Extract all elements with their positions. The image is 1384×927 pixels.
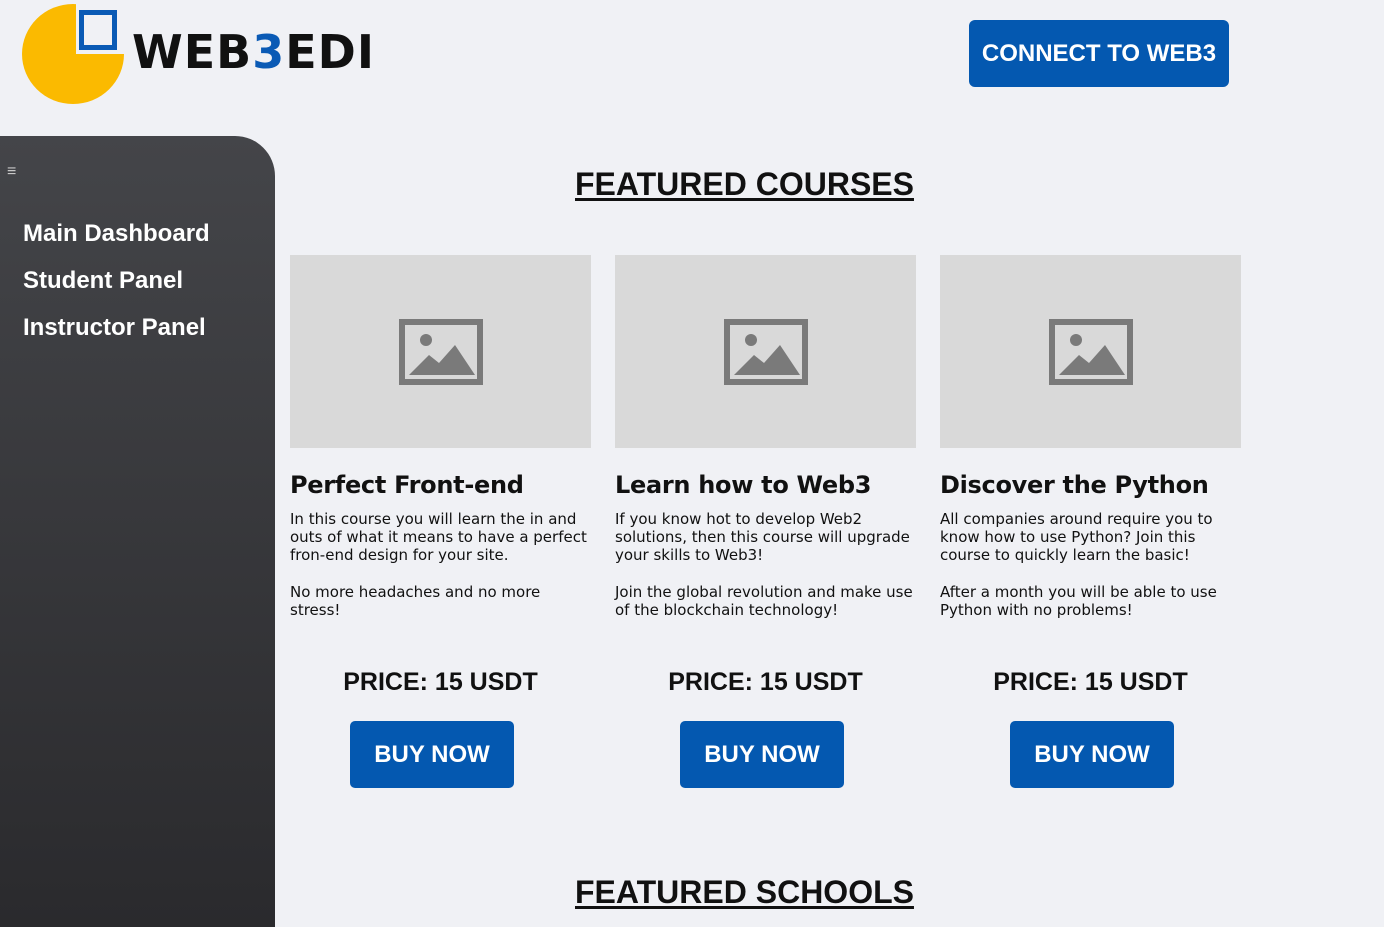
sidebar-item-student-panel[interactable]: Student Panel [23,265,210,312]
course-card: Learn how to Web3 If you know hot to dev… [615,255,916,788]
image-placeholder-icon [1048,318,1133,385]
course-price: PRICE: 15 USDT [343,668,538,696]
buy-now-button[interactable]: BUY NOW [1010,721,1174,788]
sidebar-item-instructor-panel[interactable]: Instructor Panel [23,312,210,359]
logo-square-icon [79,10,117,50]
image-placeholder-icon [723,318,808,385]
course-card: Perfect Front-end In this course you wil… [290,255,591,788]
logo-wordmark: WEB3EDI [132,25,375,79]
featured-courses-heading: FEATURED COURSES [575,166,914,202]
course-price: PRICE: 15 USDT [993,668,1188,696]
sidebar: ≡ Main Dashboard Student Panel Instructo… [0,136,275,927]
site-logo[interactable]: WEB3EDI [22,4,374,106]
buy-now-button[interactable]: BUY NOW [350,721,514,788]
course-title: Perfect Front-end [290,471,524,499]
course-description: All companies around require you to know… [940,510,1217,619]
course-description: In this course you will learn the in and… [290,510,587,619]
connect-web3-button[interactable]: CONNECT TO WEB3 [969,20,1229,87]
course-price: PRICE: 15 USDT [668,668,863,696]
course-title: Learn how to Web3 [615,471,872,499]
image-placeholder-icon [398,318,483,385]
buy-now-button[interactable]: BUY NOW [680,721,844,788]
course-image[interactable] [615,255,916,448]
course-image[interactable] [940,255,1241,448]
course-title: Discover the Python [940,471,1209,499]
sidebar-item-main-dashboard[interactable]: Main Dashboard [23,218,210,265]
featured-schools-heading: FEATURED SCHOOLS [575,874,914,910]
course-card: Discover the Python All companies around… [940,255,1241,788]
sidebar-nav: Main Dashboard Student Panel Instructor … [23,218,210,359]
course-image[interactable] [290,255,591,448]
hamburger-menu-icon[interactable]: ≡ [7,164,16,180]
course-description: If you know hot to develop Web2 solution… [615,510,913,619]
